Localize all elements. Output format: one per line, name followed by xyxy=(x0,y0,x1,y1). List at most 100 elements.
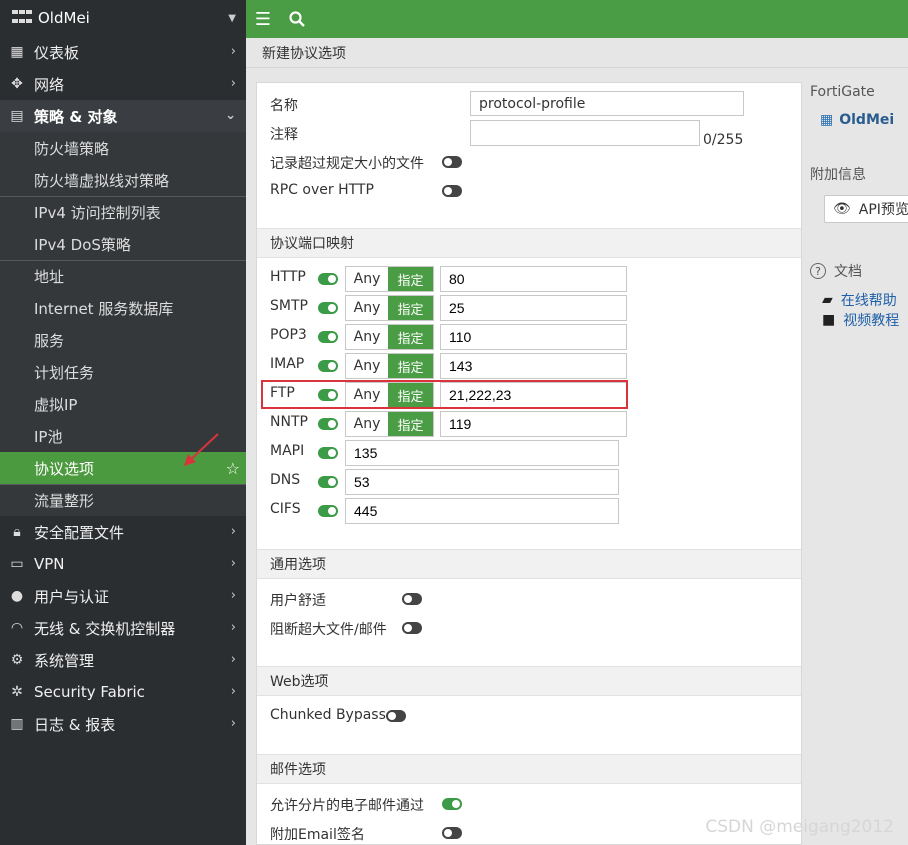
sidebar-item-vpn[interactable]: ▭ VPN › xyxy=(0,548,246,580)
block-oversize-toggle[interactable] xyxy=(402,622,422,634)
sidebar-subitem-virtual-wire-policy[interactable]: 防火墙虚拟线对策略 xyxy=(0,164,246,196)
chevron-right-icon: › xyxy=(230,524,236,539)
gear-icon: ⚙ xyxy=(10,652,24,668)
port-enable-toggle[interactable] xyxy=(318,273,338,285)
sidebar-item-network[interactable]: ✥ 网络 › xyxy=(0,68,246,100)
fortigate-device-icon: ▦ xyxy=(820,112,834,128)
sidebar-item-user-auth[interactable]: ● 用户与认证 › xyxy=(0,580,246,612)
port-enable-toggle[interactable] xyxy=(318,476,338,488)
fortigate-logo-icon xyxy=(12,10,32,26)
sidebar-subitem-label: IP池 xyxy=(34,427,63,446)
chunked-bypass-toggle[interactable] xyxy=(386,710,406,722)
port-mode-selector[interactable]: Any 指定 xyxy=(345,295,434,321)
sidebar-item-security-fabric[interactable]: ✲ Security Fabric › xyxy=(0,676,246,708)
port-mode-selector[interactable]: Any 指定 xyxy=(345,266,434,292)
info-panel: FortiGate ▦ OldMei 附加信息 👁︎ API预览 ? 文档 ▰ … xyxy=(802,68,908,845)
online-help-label: 在线帮助 xyxy=(840,293,897,309)
sidebar-item-label: 系统管理 xyxy=(34,651,95,670)
brand-name: OldMei xyxy=(38,9,90,27)
port-specify-option[interactable]: 指定 xyxy=(388,267,433,291)
sidebar-subitem-ipv4-dos[interactable]: IPv4 DoS策略 xyxy=(0,228,246,260)
network-icon: ✥ xyxy=(11,76,23,92)
comment-textarea[interactable] xyxy=(470,120,700,146)
sidebar-subitem-services[interactable]: 服务 xyxy=(0,324,246,356)
comment-counter: 0/255 xyxy=(703,132,744,148)
name-input[interactable] xyxy=(470,91,744,116)
port-any-option[interactable]: Any xyxy=(346,267,388,291)
port-specify-option[interactable]: 指定 xyxy=(388,296,433,320)
port-any-option[interactable]: Any xyxy=(346,325,388,349)
brand-header[interactable]: OldMei ▼ xyxy=(0,0,246,36)
port-input[interactable] xyxy=(345,469,619,495)
port-specify-option[interactable]: 指定 xyxy=(388,354,433,378)
port-protocol-label: NNTP xyxy=(270,414,308,430)
sidebar-item-system[interactable]: ⚙ 系统管理 › xyxy=(0,644,246,676)
sidebar: OldMei ▼ ▦ 仪表板 › ✥ 网络 › ▤ 策略 & 对象 ⌄ 防火墙策… xyxy=(0,0,246,845)
port-any-option[interactable]: Any xyxy=(346,296,388,320)
port-protocol-label: DNS xyxy=(270,472,301,488)
sidebar-subitem-label: 协议选项 xyxy=(34,459,95,478)
sidebar-item-dashboard[interactable]: ▦ 仪表板 › xyxy=(0,36,246,68)
port-specify-option[interactable]: 指定 xyxy=(388,325,433,349)
sidebar-subitem-firewall-policy[interactable]: 防火墙策略 xyxy=(0,132,246,164)
port-specify-option[interactable]: 指定 xyxy=(388,412,433,436)
port-input[interactable] xyxy=(345,440,619,466)
port-row-pop3: POP3 Any 指定 xyxy=(257,323,803,350)
sidebar-subitem-label: IPv4 访问控制列表 xyxy=(34,204,161,222)
sidebar-subitem-ipv4-acl[interactable]: IPv4 访问控制列表 xyxy=(0,196,246,228)
device-name[interactable]: ▦ OldMei xyxy=(820,112,894,128)
allow-fragmented-toggle[interactable] xyxy=(442,798,462,810)
docs-label: 文档 xyxy=(834,264,862,280)
star-icon[interactable]: ☆ xyxy=(226,459,240,478)
sidebar-item-wifi-switch[interactable]: ◠ 无线 & 交换机控制器 › xyxy=(0,612,246,644)
sidebar-subitem-traffic-shaping[interactable]: 流量整形 xyxy=(0,484,246,516)
port-input[interactable] xyxy=(440,353,627,379)
port-protocol-label: CIFS xyxy=(270,501,301,517)
sidebar-item-log-report[interactable]: ▥ 日志 & 报表 › xyxy=(0,708,246,740)
port-mode-selector[interactable]: Any 指定 xyxy=(345,411,434,437)
sidebar-subitem-isdb[interactable]: Internet 服务数据库 xyxy=(0,292,246,324)
port-mode-selector[interactable]: Any 指定 xyxy=(345,324,434,350)
email-signature-toggle[interactable] xyxy=(442,827,462,839)
docs-header: ? 文档 xyxy=(810,261,862,281)
video-camera-icon: ■ xyxy=(822,312,836,328)
sidebar-subitem-schedules[interactable]: 计划任务 xyxy=(0,356,246,388)
sidebar-subitem-virtual-ip[interactable]: 虚拟IP xyxy=(0,388,246,420)
port-any-option[interactable]: Any xyxy=(346,354,388,378)
port-input[interactable] xyxy=(345,498,619,524)
port-input[interactable] xyxy=(440,411,627,437)
sidebar-subitem-label: 计划任务 xyxy=(34,363,95,382)
laptop-icon: ▭ xyxy=(10,556,24,572)
search-icon[interactable] xyxy=(280,0,314,38)
rpc-over-http-toggle[interactable] xyxy=(442,185,462,197)
port-row-nntp: NNTP Any 指定 xyxy=(257,410,803,437)
online-help-link[interactable]: ▰ 在线帮助 xyxy=(822,290,897,310)
port-input[interactable] xyxy=(440,266,627,292)
port-enable-toggle[interactable] xyxy=(318,331,338,343)
comment-label: 注释 xyxy=(270,127,298,143)
port-enable-toggle[interactable] xyxy=(318,418,338,430)
port-mode-selector[interactable]: Any 指定 xyxy=(345,353,434,379)
section-port-mapping: 协议端口映射 xyxy=(257,228,801,258)
help-circle-icon: ? xyxy=(810,263,826,279)
port-enable-toggle[interactable] xyxy=(318,302,338,314)
book-icon: ▰ xyxy=(822,292,833,308)
log-oversized-toggle[interactable] xyxy=(442,156,462,168)
port-input[interactable] xyxy=(440,324,627,350)
port-enable-toggle[interactable] xyxy=(318,505,338,517)
port-input[interactable] xyxy=(440,295,627,321)
api-preview-button[interactable]: 👁︎ API预览 xyxy=(824,195,908,223)
sidebar-item-security-profiles[interactable]: 🔒︎ 安全配置文件 › xyxy=(0,516,246,548)
ftp-highlight-box xyxy=(261,380,628,409)
client-comfort-toggle[interactable] xyxy=(402,593,422,605)
hamburger-menu-icon[interactable]: ☰ xyxy=(246,0,280,38)
video-tutorials-link[interactable]: ■ 视频教程 xyxy=(822,310,899,330)
port-enable-toggle[interactable] xyxy=(318,447,338,459)
lock-icon: 🔒︎ xyxy=(13,524,21,540)
port-any-option[interactable]: Any xyxy=(346,412,388,436)
sidebar-item-policy[interactable]: ▤ 策略 & 对象 ⌄ xyxy=(0,100,246,132)
port-enable-toggle[interactable] xyxy=(318,360,338,372)
sidebar-subitem-address[interactable]: 地址 xyxy=(0,260,246,292)
chevron-down-icon[interactable]: ▼ xyxy=(228,13,236,24)
email-signature-label: 附加Email签名 xyxy=(270,827,365,843)
